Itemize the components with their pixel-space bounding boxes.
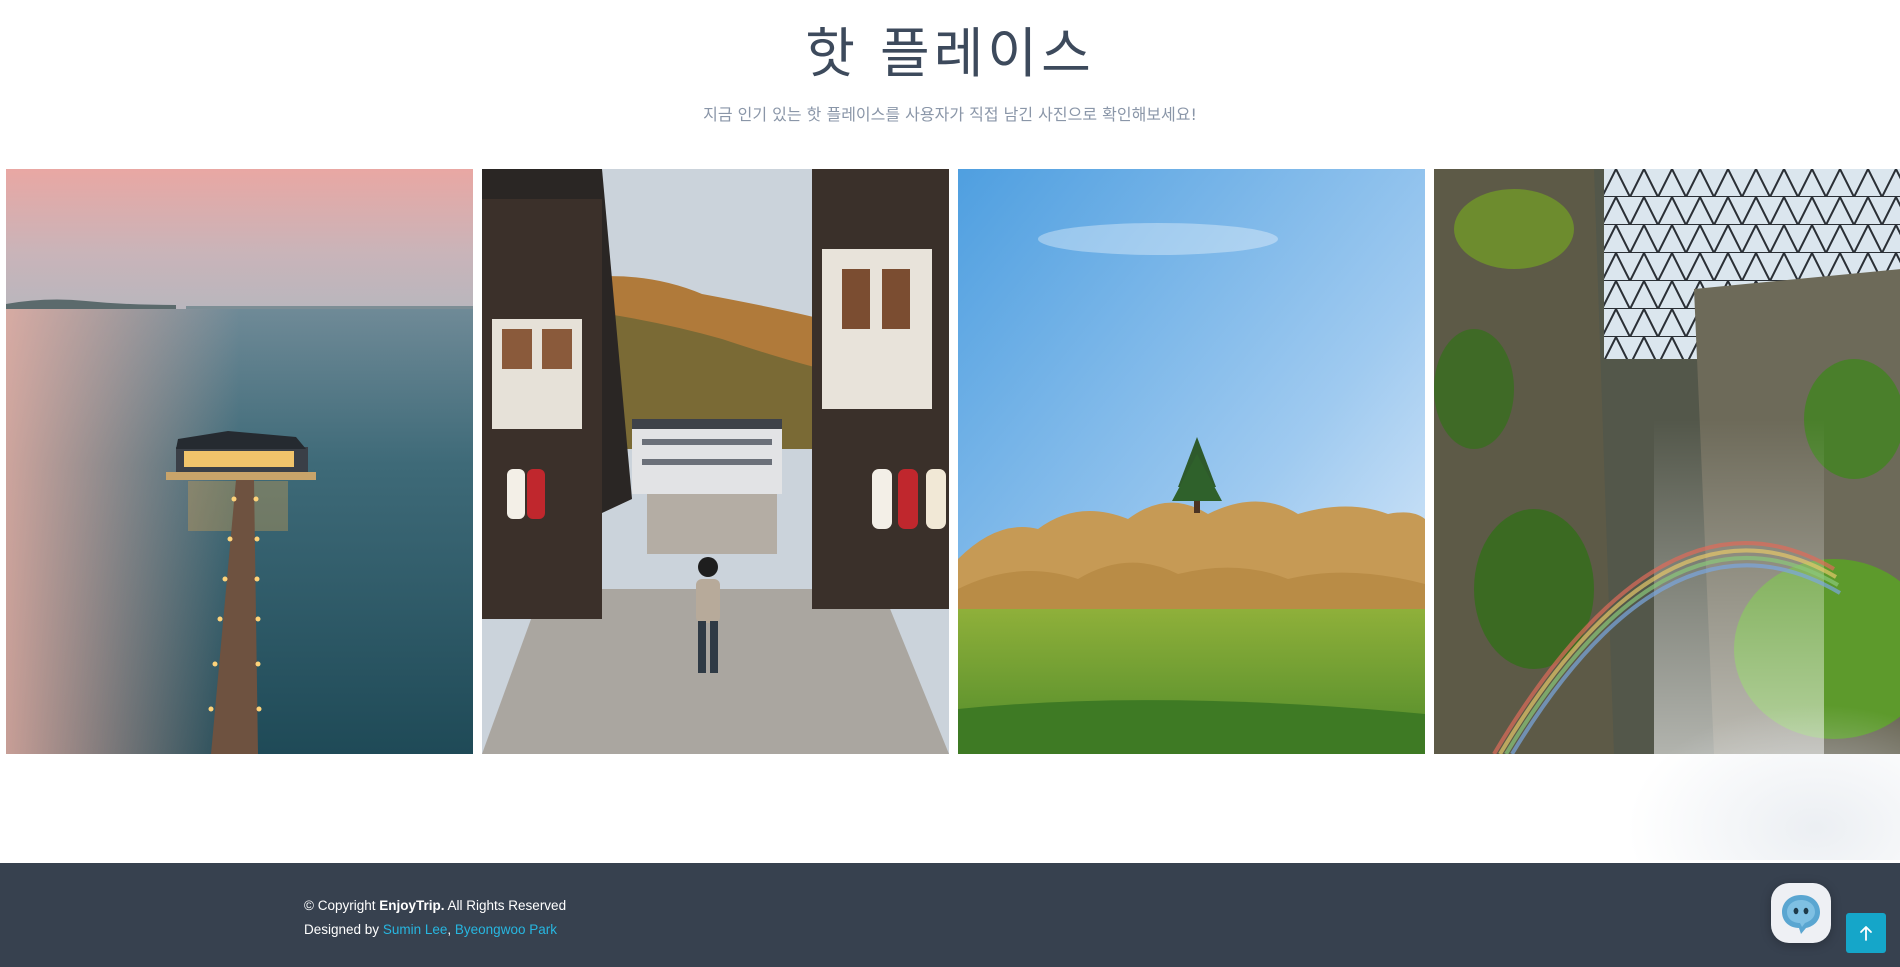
hot-places-header: 핫 플레이스 지금 인기 있는 핫 플레이스를 사용자가 직접 남긴 사진으로 … — [0, 0, 1900, 126]
rights-text: All Rights Reserved — [447, 898, 567, 913]
chatbot-button[interactable] — [1771, 883, 1831, 943]
arrow-up-icon — [1860, 926, 1872, 941]
designed-by-label: Designed by — [304, 922, 380, 937]
page-subtitle: 지금 인기 있는 핫 플레이스를 사용자가 직접 남긴 사진으로 확인해보세요! — [703, 105, 1197, 124]
page: 핫 플레이스 지금 인기 있는 핫 플레이스를 사용자가 직접 남긴 사진으로 … — [0, 0, 1900, 967]
scroll-top-button[interactable] — [1846, 913, 1886, 953]
author-link-sumin-lee[interactable]: Sumin Lee — [383, 922, 448, 937]
hot-places-gallery — [6, 169, 1900, 754]
page-title: 핫 플레이스 — [805, 22, 1095, 85]
house-on-water-image — [6, 169, 473, 754]
gallery-photo-house-on-lake[interactable] — [6, 169, 473, 754]
gallery-photo-japanese-street[interactable] — [482, 169, 949, 754]
designer-credit: Designed by Sumin Lee, Byeongwoo Park — [304, 918, 566, 942]
copyright-line: © Copyright EnjoyTrip. All Rights Reserv… — [304, 894, 566, 918]
author-link-byeongwoo-park[interactable]: Byeongwoo Park — [455, 922, 557, 937]
site-footer: © Copyright EnjoyTrip. All Rights Reserv… — [0, 863, 1900, 967]
indoor-garden-image — [1434, 169, 1900, 754]
copyright-prefix: © Copyright — [304, 898, 376, 913]
chat-bot-icon — [1782, 895, 1820, 934]
grassy-hills-image — [958, 169, 1425, 754]
brand-name: EnjoyTrip. — [379, 898, 445, 913]
author-separator: , — [447, 922, 452, 937]
gallery-photo-grassy-hills[interactable] — [958, 169, 1425, 754]
gallery-photo-indoor-garden[interactable] — [1434, 169, 1900, 754]
japanese-street-image — [482, 169, 949, 754]
footer-content: © Copyright EnjoyTrip. All Rights Reserv… — [304, 894, 566, 942]
